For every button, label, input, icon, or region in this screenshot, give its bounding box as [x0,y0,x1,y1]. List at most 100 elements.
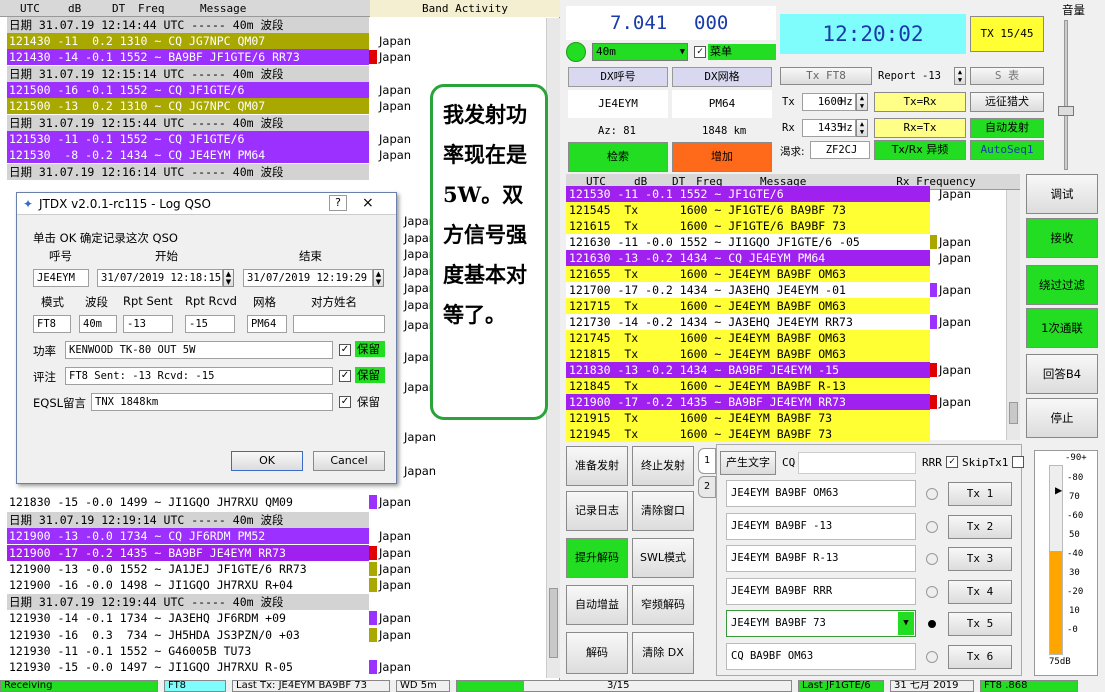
tx-message-field[interactable]: JE4EYM BA9BF RRR [726,577,916,605]
rx-row[interactable]: 121630 -11 -0.0 1552 ~ JI1GQO JF1GTE/6 -… [566,234,930,250]
autoseq-button[interactable]: AutoSeq1 [970,140,1044,160]
clear-dx-button[interactable]: 清除 DX [632,632,694,674]
rx-scroll-thumb[interactable] [1009,402,1018,424]
start-time-field[interactable]: 31/07/2019 12:18:15 [97,269,223,287]
auto-gain-button[interactable]: 自动增益 [566,585,628,625]
tx-message-field[interactable]: JE4EYM BA9BF 73 [726,610,916,637]
tx-button[interactable]: Tx 1 [948,482,1012,506]
tx-button[interactable]: Tx 2 [948,514,1012,539]
rx-row[interactable]: 121615 Tx 1600 ~ JF1GTE/6 BA9BF 73 [566,218,930,234]
log-qso-dialog[interactable]: ✦ JTDX v2.0.1-rc115 - Log QSO ? × 单击 OK … [16,192,397,484]
dx-grid-field[interactable]: PM64 [672,90,772,118]
monitor-button[interactable]: 接收 [1026,218,1098,258]
hunt-button[interactable]: 远征猎犬 [970,92,1044,112]
rx-freq-spinner[interactable]: ▲ ▼ [856,119,868,137]
comment-keep-checkbox[interactable]: ✓ [339,370,351,382]
clear-window-button[interactable]: 清除窗口 [632,491,694,531]
tx-message-field[interactable]: CQ BA9BF OM63 [726,642,916,670]
tab-1[interactable]: 1 [698,448,716,474]
rx-row[interactable]: 121655 Tx 1600 ~ JE4EYM BA9BF OM63 [566,266,930,282]
answer-b4-button[interactable]: 回答B4 [1026,354,1098,394]
tx-radio[interactable] [928,620,936,628]
close-button[interactable]: × [362,195,374,211]
tx-button[interactable]: Tx 4 [948,579,1012,604]
rx-scrollbar[interactable] [1006,190,1020,440]
end-time-field[interactable]: 31/07/2019 12:19:29 [243,269,373,287]
help-button[interactable]: ? [329,195,347,211]
volume-slider-handle[interactable] [1058,106,1074,116]
menu-checkbox[interactable]: ✓ [694,46,706,58]
tx-button[interactable]: Tx 5 [948,612,1012,636]
rpt-rcvd-field[interactable]: -15 [185,315,235,333]
tx-count-button[interactable]: TX 15/45 [970,16,1044,52]
rx-row[interactable]: 121715 Tx 1600 ~ JE4EYM BA9BF OM63 [566,298,930,314]
rx-row[interactable]: 121845 Tx 1600 ~ JE4EYM BA9BF R-13 [566,378,930,394]
band-scroll-thumb[interactable] [549,588,558,658]
add-button[interactable]: 增加 [672,142,772,172]
rx-row[interactable]: 121700 -17 -0.2 1434 ~ JA3EHQ JE4EYM -01 [566,282,930,298]
decode-button[interactable]: 解码 [566,632,628,674]
halt-button[interactable]: 停止 [1026,398,1098,438]
power-field[interactable]: KENWOOD TK-80 OUT 5W [65,341,333,359]
grid-field[interactable]: PM64 [247,315,287,333]
tx-radio[interactable] [926,553,938,565]
volume-slider-track[interactable] [1064,20,1068,170]
narrow-decode-button[interactable]: 窄频解码 [632,585,694,625]
tx-radio[interactable] [926,520,938,533]
rx-row[interactable]: 121530 -11 -0.1 1552 ~ JF1GTE/6 [566,186,930,202]
boost-decode-button[interactable]: 提升解码 [566,538,628,578]
tx-mode-button[interactable]: Tx FT8 [780,67,872,85]
chevron-down-icon[interactable]: ▼ [898,612,914,635]
rx-eq-tx-button[interactable]: Rx=Tx [874,118,966,138]
dialog-titlebar[interactable]: ✦ JTDX v2.0.1-rc115 - Log QSO ? × [17,193,396,215]
wanted-field[interactable]: ZF2CJ [810,141,870,159]
tx-radio[interactable] [926,488,938,500]
bypass-filter-button[interactable]: 绕过过滤 [1026,265,1098,305]
cancel-button[interactable]: Cancel [313,451,385,471]
tx-freq-spinner[interactable]: ▲ ▼ [856,93,868,111]
tx-eq-rx-button[interactable]: Tx=Rx [874,92,966,112]
cq-field[interactable] [798,452,916,474]
callsign-field[interactable]: JE4EYM [33,269,89,287]
start-spinner[interactable]: ▲ ▼ [223,269,234,287]
generate-text-button[interactable]: 产生文字 [720,451,776,475]
dx-call-field[interactable]: JE4EYM [568,90,668,118]
band-select[interactable]: 40m ▼ [592,43,688,61]
auto-tx-button[interactable]: 自动发射 [970,118,1044,138]
comment-field[interactable]: FT8 Sent: -13 Rcvd: -15 [65,367,333,385]
tx-radio[interactable] [926,585,938,598]
tab-2[interactable]: 2 [698,476,716,498]
s-table-button[interactable]: S 表 [970,67,1044,85]
rrr-checkbox[interactable]: ✓ [946,456,958,468]
tx-message-field[interactable]: JE4EYM BA9BF -13 [726,512,916,540]
prepare-tx-button[interactable]: 准备发射 [566,446,628,486]
ok-button[interactable]: OK [231,451,303,471]
report-value[interactable]: -13 [922,70,941,82]
stop-tx-button[interactable]: 终止发射 [632,446,694,486]
rx-row[interactable]: 121545 Tx 1600 ~ JF1GTE/6 BA9BF 73 [566,202,930,218]
tx-message-field[interactable]: JE4EYM BA9BF OM63 [726,480,916,507]
one-qso-button[interactable]: 1次通联 [1026,308,1098,348]
eqsl-field[interactable]: TNX 1848km [91,393,333,411]
rx-row[interactable]: 121830 -13 -0.2 1434 ~ BA9BF JE4EYM -15 [566,362,930,378]
report-spinner[interactable]: ▲ ▼ [954,67,966,85]
lookup-button[interactable]: 检索 [568,142,668,172]
rx-row[interactable]: 121745 Tx 1600 ~ JE4EYM BA9BF OM63 [566,330,930,346]
rx-row[interactable]: 121630 -13 -0.2 1434 ~ CQ JE4EYM PM64 [566,250,930,266]
tx-button[interactable]: Tx 3 [948,547,1012,571]
swl-mode-button[interactable]: SWL模式 [632,538,694,578]
rx-row[interactable]: 121945 Tx 1600 ~ JE4EYM BA9BF 73 [566,426,930,442]
eqsl-keep-checkbox[interactable]: ✓ [339,396,351,408]
tx-button[interactable]: Tx 6 [948,644,1012,669]
rpt-sent-field[interactable]: -13 [123,315,173,333]
name-field[interactable] [293,315,385,333]
rx-row[interactable]: 121915 Tx 1600 ~ JE4EYM BA9BF 73 [566,410,930,426]
rx-row[interactable]: 121730 -14 -0.2 1434 ~ JA3EHQ JE4EYM RR7… [566,314,930,330]
band-scrollbar[interactable] [546,18,560,678]
log-qso-button[interactable]: 记录日志 [566,491,628,531]
tx-message-field[interactable]: JE4EYM BA9BF R-13 [726,545,916,572]
rx-row[interactable]: 121900 -17 -0.2 1435 ~ BA9BF JE4EYM RR73 [566,394,930,410]
skip-tx1-checkbox[interactable] [1012,456,1024,468]
rx-row[interactable]: 121815 Tx 1600 ~ JE4EYM BA9BF OM63 [566,346,930,362]
band-field[interactable]: 40m [79,315,117,333]
